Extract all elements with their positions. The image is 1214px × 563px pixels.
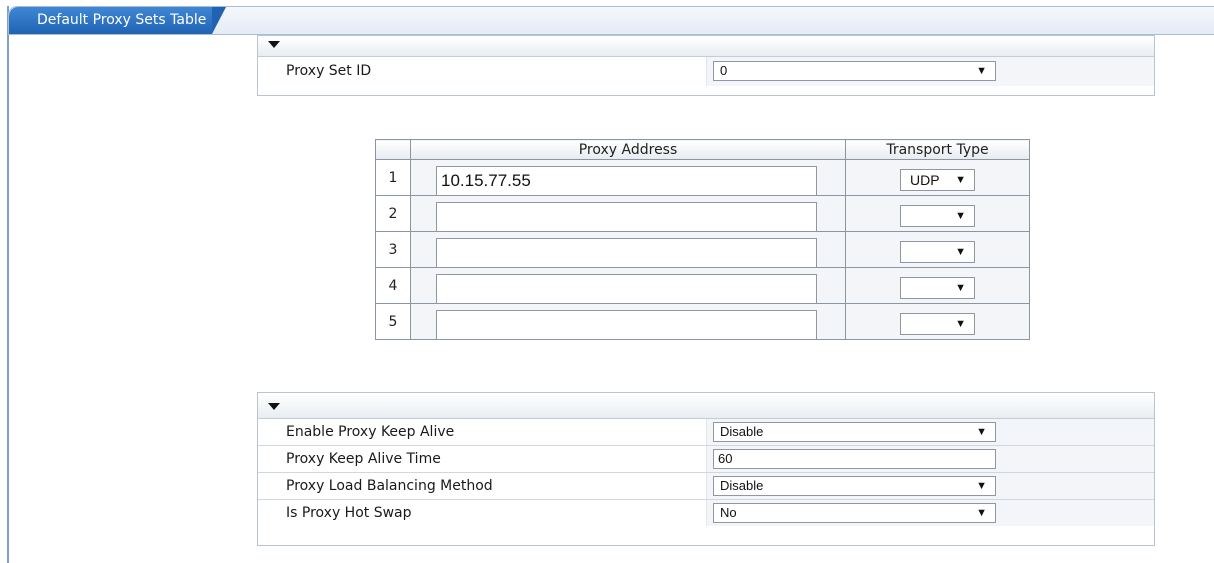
- transport-type-cell: UDP ▼: [845, 159, 1030, 196]
- table-row: 5 ▼: [375, 303, 1030, 340]
- chevron-down-icon: ▼: [976, 426, 987, 438]
- proxy-load-balancing-method-value: Disable: [720, 478, 764, 493]
- is-proxy-hot-swap-select[interactable]: No ▼: [713, 503, 996, 523]
- transport-type-select[interactable]: ▼: [900, 205, 975, 227]
- proxy-address-input[interactable]: [436, 274, 817, 304]
- table-row: 1 10.15.77.55 UDP ▼: [375, 159, 1030, 196]
- transport-type-column-header: Transport Type: [845, 139, 1030, 160]
- chevron-down-icon: ▼: [955, 282, 966, 294]
- proxy-keep-alive-time-label: Proxy Keep Alive Time: [286, 451, 441, 467]
- chevron-down-icon: ▼: [976, 480, 987, 492]
- transport-type-value: UDP: [910, 172, 940, 188]
- general-section: Proxy Set ID 0 ▼: [257, 35, 1155, 96]
- chevron-down-icon: ▼: [976, 507, 987, 519]
- collapse-triangle-icon[interactable]: [268, 403, 280, 410]
- is-proxy-hot-swap-value: No: [720, 505, 737, 520]
- chevron-down-icon: ▼: [955, 318, 966, 330]
- enable-proxy-keep-alive-select[interactable]: Disable ▼: [713, 422, 996, 442]
- proxy-keep-alive-time-input[interactable]: 60: [713, 449, 996, 469]
- proxy-address-input[interactable]: [436, 310, 817, 340]
- table-row: 4 ▼: [375, 267, 1030, 304]
- index-column-header: [375, 139, 411, 160]
- transport-type-cell: ▼: [845, 231, 1030, 268]
- table-row: 2 ▼: [375, 195, 1030, 232]
- chevron-down-icon: ▼: [955, 210, 966, 222]
- row-index: 1: [375, 159, 411, 196]
- transport-type-select[interactable]: ▼: [900, 241, 975, 263]
- chevron-down-icon: ▼: [955, 246, 966, 258]
- transport-type-cell: ▼: [845, 195, 1030, 232]
- proxy-address-cell: [410, 303, 846, 340]
- keepalive-section-header[interactable]: [258, 393, 1154, 419]
- title-bar: Default Proxy Sets Table: [8, 6, 1214, 35]
- transport-type-cell: ▼: [845, 303, 1030, 340]
- proxy-address-cell: [410, 231, 846, 268]
- proxy-address-cell: 10.15.77.55: [410, 159, 846, 196]
- proxy-load-balancing-method-label: Proxy Load Balancing Method: [286, 478, 493, 494]
- proxy-set-id-value: 0: [720, 63, 728, 78]
- chevron-down-icon: ▼: [976, 65, 987, 77]
- transport-type-select[interactable]: ▼: [900, 277, 975, 299]
- form-row-proxy-keep-alive-time: Proxy Keep Alive Time 60: [258, 446, 1154, 473]
- form-row-is-proxy-hot-swap: Is Proxy Hot Swap No ▼: [258, 500, 1154, 526]
- keepalive-section: Enable Proxy Keep Alive Disable ▼ Proxy …: [257, 392, 1155, 546]
- proxy-address-table: Proxy Address Transport Type 1 10.15.77.…: [375, 139, 1030, 340]
- row-index: 4: [375, 267, 411, 304]
- page-title: Default Proxy Sets Table: [9, 7, 227, 34]
- proxy-load-balancing-method-select[interactable]: Disable ▼: [713, 476, 996, 496]
- is-proxy-hot-swap-label: Is Proxy Hot Swap: [286, 505, 412, 521]
- proxy-address-input[interactable]: [436, 238, 817, 268]
- transport-type-select[interactable]: UDP ▼: [900, 169, 975, 191]
- proxy-address-cell: [410, 267, 846, 304]
- proxy-address-input[interactable]: 10.15.77.55: [436, 166, 817, 196]
- enable-proxy-keep-alive-label: Enable Proxy Keep Alive: [286, 424, 455, 440]
- form-row-proxy-load-balancing-method: Proxy Load Balancing Method Disable ▼: [258, 473, 1154, 500]
- proxy-set-id-select[interactable]: 0 ▼: [713, 61, 996, 81]
- proxy-address-cell: [410, 195, 846, 232]
- form-row-enable-proxy-keep-alive: Enable Proxy Keep Alive Disable ▼: [258, 419, 1154, 446]
- general-section-header[interactable]: [258, 36, 1154, 57]
- chevron-down-icon: ▼: [955, 174, 966, 186]
- proxy-address-input[interactable]: [436, 202, 817, 232]
- row-index: 3: [375, 231, 411, 268]
- table-row: 3 ▼: [375, 231, 1030, 268]
- row-index: 5: [375, 303, 411, 340]
- transport-type-select[interactable]: ▼: [900, 313, 975, 335]
- enable-proxy-keep-alive-value: Disable: [720, 424, 764, 439]
- table-header-row: Proxy Address Transport Type: [375, 139, 1030, 160]
- proxy-address-column-header: Proxy Address: [410, 139, 846, 160]
- transport-type-cell: ▼: [845, 267, 1030, 304]
- collapse-triangle-icon[interactable]: [268, 41, 280, 48]
- form-row-proxy-set-id: Proxy Set ID 0 ▼: [258, 57, 1154, 86]
- row-index: 2: [375, 195, 411, 232]
- proxy-set-id-label: Proxy Set ID: [286, 63, 372, 79]
